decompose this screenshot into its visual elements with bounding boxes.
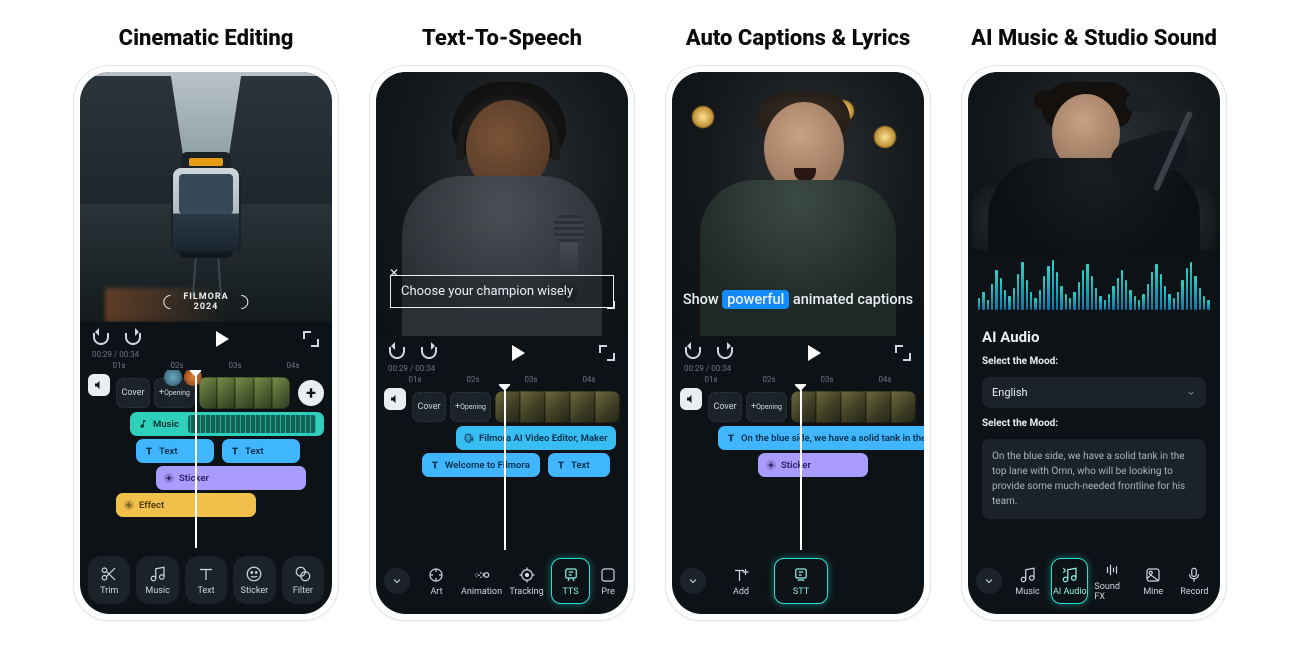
phone-frame: FILMORA2024 00:29 / 00:34 01s02s03s04s C… [73, 65, 339, 621]
sticker-clip[interactable]: ✦Sticker [156, 466, 306, 490]
expand-icon[interactable] [976, 568, 1002, 594]
video-track[interactable] [495, 391, 620, 423]
sticker-clip[interactable]: ✦Sticker [758, 453, 868, 477]
panel-title: AI Music & Studio Sound [971, 26, 1217, 51]
text-clip[interactable]: Welcome to Filmora [422, 453, 540, 477]
time-ruler[interactable]: 01s02s03s04s [80, 359, 332, 370]
playhead[interactable] [195, 370, 197, 548]
mood-label: Select the Mood: [982, 356, 1206, 367]
caption-clip[interactable]: On the blue side, we have a solid tank i… [718, 426, 924, 450]
trim-button[interactable]: Trim [88, 556, 130, 604]
video-preview[interactable]: FILMORA2024 [80, 72, 332, 322]
timecode: 00:29 / 00:34 [376, 364, 628, 373]
timecode: 00:29 / 00:34 [672, 364, 924, 373]
music-clip[interactable]: Music [130, 412, 324, 436]
toolbar: Add STT [672, 550, 924, 614]
panel-tts: Text-To-Speech ✕ Choose your champion wi… [369, 20, 635, 621]
record-button[interactable]: Record [1177, 558, 1212, 604]
stt-button[interactable]: STT [774, 558, 828, 604]
expand-icon[interactable] [680, 568, 706, 594]
redo-icon[interactable] [124, 330, 142, 348]
panel-cinematic: Cinematic Editing FILMORA2024 00:29 / 00… [73, 20, 339, 621]
opening-cell[interactable]: +Opening [450, 392, 491, 422]
panel-ai-music: AI Music & Studio Sound AI Audio Select … [961, 20, 1227, 621]
video-track[interactable] [791, 391, 916, 423]
text-button[interactable]: Text [185, 556, 227, 604]
tts-button[interactable]: TTS [551, 558, 590, 604]
video-preview[interactable]: ✕ Choose your champion wisely [376, 72, 628, 336]
undo-icon[interactable] [92, 330, 110, 348]
text-clip[interactable]: Text [136, 439, 214, 463]
timecode: 00:29 / 00:34 [80, 350, 332, 359]
undo-icon[interactable] [388, 344, 406, 362]
phone-frame: Show powerful animated captions 00:29 / … [665, 65, 931, 621]
cover-cell[interactable]: Cover [412, 392, 446, 422]
play-icon[interactable] [213, 330, 231, 348]
tts-caption-input[interactable]: ✕ Choose your champion wisely [390, 275, 614, 308]
mute-icon[interactable] [680, 388, 702, 410]
close-icon[interactable]: ✕ [389, 266, 399, 280]
cover-cell[interactable]: Cover [116, 378, 150, 408]
toolbar: Art Animation Tracking TTS Pre [376, 550, 628, 614]
effect-clip[interactable]: ✧Effect [116, 493, 256, 517]
text-clip[interactable]: Text [548, 453, 610, 477]
fullscreen-icon[interactable] [598, 344, 616, 362]
playhead[interactable] [800, 384, 802, 550]
phone-frame: ✕ Choose your champion wisely 00:29 / 00… [369, 65, 635, 621]
redo-icon[interactable] [420, 344, 438, 362]
animation-button[interactable]: Animation [461, 558, 502, 604]
fullscreen-icon[interactable] [302, 330, 320, 348]
timeline[interactable]: Cover +Opening On the blue side, we have… [672, 384, 924, 550]
mute-icon[interactable] [384, 388, 406, 410]
redo-icon[interactable] [716, 344, 734, 362]
playhead[interactable] [504, 384, 506, 550]
cover-cell[interactable]: Cover [708, 392, 742, 422]
music-button[interactable]: Music [1010, 558, 1045, 604]
play-icon[interactable] [805, 344, 823, 362]
mine-button[interactable]: Mine [1136, 558, 1171, 604]
tracking-button[interactable]: Tracking [508, 558, 545, 604]
expand-icon[interactable] [384, 568, 410, 594]
add-clip-button[interactable]: + [298, 380, 324, 406]
time-ruler[interactable]: 01s02s03s04s [376, 373, 628, 384]
panel-title: Text-To-Speech [422, 26, 582, 51]
video-track[interactable] [199, 377, 290, 409]
time-ruler[interactable]: 01s02s03s04s [672, 373, 924, 384]
ai-art-button[interactable]: Art [418, 558, 455, 604]
timeline[interactable]: Cover +Opening + Music Text Text ✦Sticke… [80, 370, 332, 548]
timeline[interactable]: Cover +Opening 🗣Filmora AI Video Editor,… [376, 384, 628, 550]
mute-icon[interactable] [88, 374, 110, 396]
mood-select[interactable]: English [982, 377, 1206, 408]
panel-captions: Auto Captions & Lyrics Show powerful ani… [665, 20, 931, 621]
play-icon[interactable] [509, 344, 527, 362]
music-button[interactable]: Music [136, 556, 178, 604]
audio-waveform [968, 258, 1220, 318]
toolbar: Trim Music Text Sticker Filter [80, 548, 332, 614]
panel-title: Auto Captions & Lyrics [686, 26, 911, 51]
panel-title: Cinematic Editing [119, 26, 294, 51]
animated-caption: Show powerful animated captions [672, 291, 924, 308]
undo-icon[interactable] [684, 344, 702, 362]
text-clip[interactable]: Text [222, 439, 300, 463]
preset-button[interactable]: Pre [596, 558, 620, 604]
opening-cell[interactable]: +Opening [746, 392, 787, 422]
ai-audio-button[interactable]: AI Audio [1051, 558, 1088, 604]
video-preview[interactable]: Show powerful animated captions [672, 72, 924, 336]
soundfx-button[interactable]: Sound FX [1094, 558, 1129, 604]
sticker-button[interactable]: Sticker [233, 556, 275, 604]
toolbar: Music AI Audio Sound FX Mine Record [968, 550, 1220, 614]
add-text-button[interactable]: Add [714, 558, 768, 604]
resize-handle-icon[interactable] [607, 301, 615, 309]
video-preview[interactable] [968, 72, 1220, 258]
phone-frame: AI Audio Select the Mood: English Select… [961, 65, 1227, 621]
award-badge: FILMORA2024 [163, 292, 248, 312]
filter-button[interactable]: Filter [282, 556, 324, 604]
description-box[interactable]: On the blue side, we have a solid tank i… [982, 439, 1206, 519]
section-title: AI Audio [982, 328, 1206, 346]
ai-voice-clip[interactable]: 🗣Filmora AI Video Editor, Maker [456, 426, 616, 450]
fullscreen-icon[interactable] [894, 344, 912, 362]
mood-label-2: Select the Mood: [982, 418, 1206, 429]
